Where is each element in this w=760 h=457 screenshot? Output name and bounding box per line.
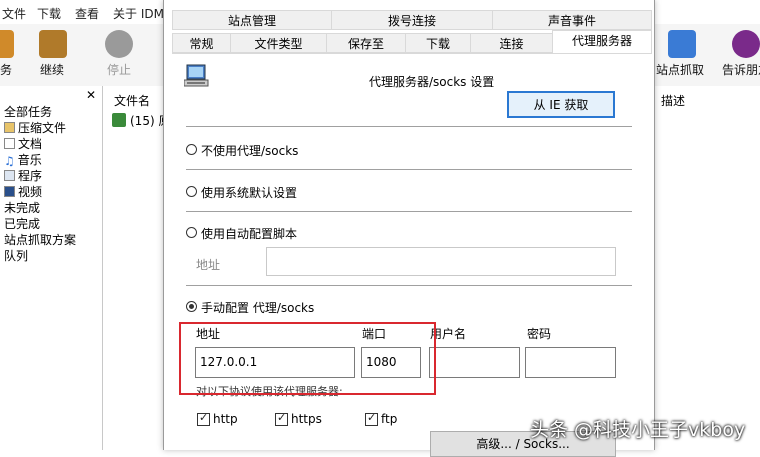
script-address-input[interactable] (266, 247, 616, 276)
auto-script-radio[interactable] (186, 227, 197, 238)
file-list-header[interactable]: 文件名 (114, 92, 150, 109)
tell-friend-icon[interactable] (732, 30, 760, 58)
toolbar-resume-label[interactable]: 继续 (40, 61, 64, 78)
sidebar-item-music[interactable]: ♫ 音乐 (4, 151, 42, 168)
no-proxy-radio[interactable] (186, 144, 197, 155)
separator (186, 126, 632, 127)
tab-connection[interactable]: 连接 (470, 33, 553, 53)
manual-proxy-radio[interactable] (186, 301, 197, 312)
document-icon (4, 138, 15, 149)
sidebar-item-all-tasks[interactable]: 全部任务 (4, 103, 52, 120)
proxy-password-label: 密码 (527, 327, 552, 341)
toolbar-tell-friend-label[interactable]: 告诉朋友 (722, 61, 760, 78)
tab-downloads[interactable]: 下载 (405, 33, 471, 53)
description-header[interactable]: 描述 (661, 92, 685, 109)
sidebar-item-programs[interactable]: 程序 (4, 167, 42, 184)
proxy-settings-icon (183, 64, 210, 88)
tab-site-management[interactable]: 站点管理 (172, 10, 332, 30)
manual-proxy-label[interactable]: 手动配置 代理/socks (201, 299, 314, 316)
menu-download[interactable]: 下载 (37, 5, 61, 22)
archive-icon (4, 122, 15, 133)
music-icon: ♫ (4, 154, 15, 168)
system-default-label[interactable]: 使用系统默认设置 (201, 184, 297, 201)
sidebar-item-documents[interactable]: 文档 (4, 135, 42, 152)
toolbar-site-grabber-label[interactable]: 站点抓取 (656, 61, 704, 78)
tab-sound-events[interactable]: 声音事件 (492, 10, 652, 30)
watermark-text: 头条 @科技小王子vkboy (530, 419, 746, 441)
system-default-radio[interactable] (186, 186, 197, 197)
proxy-password-input[interactable] (525, 347, 616, 378)
menu-view[interactable]: 查看 (75, 5, 99, 22)
stop-icon[interactable] (105, 30, 133, 58)
program-icon (4, 170, 15, 181)
task-icon[interactable] (0, 30, 14, 58)
ftp-label[interactable]: ftp (381, 412, 397, 426)
tab-file-types[interactable]: 文件类型 (230, 33, 327, 53)
site-grabber-icon[interactable] (668, 30, 696, 58)
options-dialog: 站点管理 拨号连接 声音事件 常规 文件类型 保存至 下载 连接 代理服务器 代… (163, 0, 655, 457)
sidebar-item-queues[interactable]: 队列 (4, 247, 28, 264)
highlight-box (179, 322, 436, 395)
https-label[interactable]: https (291, 412, 322, 426)
tab-dialup[interactable]: 拨号连接 (331, 10, 493, 30)
separator (186, 211, 632, 212)
ftp-checkbox[interactable] (365, 411, 378, 426)
proxy-settings-title: 代理服务器/socks 设置 (369, 75, 495, 89)
sidebar-item-archives[interactable]: 压缩文件 (4, 119, 66, 136)
get-from-ie-button[interactable]: 从 IE 获取 (507, 91, 615, 118)
no-proxy-label[interactable]: 不使用代理/socks (201, 142, 298, 159)
mkv-file-icon (112, 113, 126, 127)
file-list: 文件名 (15) 原 (103, 86, 170, 450)
sidebar-item-unfinished[interactable]: 未完成 (4, 199, 40, 216)
separator (186, 285, 632, 286)
proxy-username-input[interactable] (429, 347, 520, 378)
sidebar-item-grabber-projects[interactable]: 站点抓取方案 (4, 231, 76, 248)
video-icon (4, 186, 15, 197)
resume-icon[interactable] (39, 30, 67, 58)
sidebar-close-icon[interactable]: ✕ (86, 88, 96, 102)
tab-proxy-server[interactable]: 代理服务器 (552, 30, 652, 54)
toolbar-stop-label[interactable]: 停止 (107, 61, 131, 78)
http-checkbox[interactable] (197, 411, 210, 426)
http-label[interactable]: http (213, 412, 238, 426)
tab-strip-divider (172, 53, 652, 54)
menu-file[interactable]: 文件 (2, 5, 26, 22)
tab-save-to[interactable]: 保存至 (326, 33, 406, 53)
category-sidebar: ✕ 全部任务 压缩文件 文档 ♫ 音乐 程序 视频 未完成 已完成 站点抓取方案 … (0, 86, 103, 450)
auto-script-label[interactable]: 使用自动配置脚本 (201, 225, 297, 242)
script-address-label: 地址 (196, 258, 221, 272)
sidebar-item-finished[interactable]: 已完成 (4, 215, 40, 232)
toolbar-task-label[interactable]: 务 (0, 61, 12, 78)
https-checkbox[interactable] (275, 411, 288, 426)
description-column: 描述 (653, 86, 760, 450)
menu-about[interactable]: 关于 IDM (113, 5, 164, 22)
sidebar-item-video[interactable]: 视频 (4, 183, 42, 200)
tab-general[interactable]: 常规 (172, 33, 231, 53)
separator (186, 169, 632, 170)
